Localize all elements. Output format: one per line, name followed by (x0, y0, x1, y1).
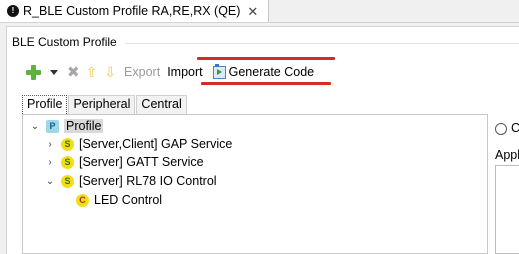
tab-peripheral[interactable]: Peripheral (68, 95, 136, 114)
chevron-down-icon[interactable] (50, 69, 58, 75)
tree-item-profile[interactable]: ⌄ P Profile (30, 117, 104, 135)
section-rule (125, 43, 519, 44)
delete-icon[interactable]: ✖ (67, 65, 80, 80)
highlight-underline-bottom (201, 82, 331, 85)
generate-code-icon[interactable] (212, 63, 226, 79)
tree-item-gap-service[interactable]: › S [Server,Client] GAP Service (45, 135, 232, 153)
move-up-icon[interactable]: ⇧ (86, 65, 98, 79)
tree-item-label: Profile (64, 119, 104, 133)
close-icon[interactable]: ✕ (247, 5, 258, 18)
toolbar: ✖ ⇧ ⇩ Export Import Generate Code (26, 61, 314, 83)
collapsed-chevron-icon[interactable]: › (45, 139, 55, 150)
tree-item-label: [Server,Client] GAP Service (79, 137, 233, 151)
characteristic-icon: C (76, 193, 89, 207)
export-button[interactable]: Export (124, 65, 160, 79)
tab-profile[interactable]: Profile (22, 95, 68, 114)
highlight-underline-top (197, 57, 335, 60)
section-title: BLE Custom Profile (12, 35, 117, 49)
add-icon[interactable] (26, 64, 41, 80)
expand-chevron-icon[interactable]: ⌄ (30, 121, 40, 132)
service-icon: S (61, 155, 74, 169)
tree-item-label: [Server] GATT Service (79, 155, 204, 169)
tree-item-label: [Server] RL78 IO Control (79, 174, 217, 188)
move-down-icon[interactable]: ⇩ (104, 65, 116, 79)
tree-item-gatt-service[interactable]: › S [Server] GATT Service (45, 153, 204, 171)
tree-item-rl78-io-control[interactable]: ⌄ S [Server] RL78 IO Control (45, 172, 217, 190)
profile-icon: P (46, 119, 59, 133)
right-panel-box[interactable] (495, 165, 519, 254)
editor-tab[interactable]: ! R_BLE Custom Profile RA,RE,RX (QE) ✕ (0, 0, 269, 22)
right-panel-label: Appl (495, 148, 519, 162)
expand-chevron-icon[interactable]: ⌄ (45, 176, 55, 187)
tab-title: R_BLE Custom Profile RA,RE,RX (QE) (23, 4, 241, 18)
generate-code-button[interactable]: Generate Code (229, 65, 314, 79)
tab-central[interactable]: Central (136, 95, 187, 114)
collapsed-chevron-icon[interactable]: › (45, 157, 55, 168)
service-icon: S (61, 137, 74, 151)
tree-item-label: LED Control (94, 193, 163, 207)
tree-item-led-control[interactable]: C LED Control (70, 191, 162, 209)
subtab-bar: Profile Peripheral Central (22, 95, 188, 114)
app-icon: ! (7, 5, 19, 17)
tab-divider (0, 22, 519, 23)
service-icon: S (61, 174, 74, 188)
import-button[interactable]: Import (167, 65, 202, 79)
option-radio-label: C (511, 121, 519, 135)
option-radio[interactable] (495, 123, 507, 135)
